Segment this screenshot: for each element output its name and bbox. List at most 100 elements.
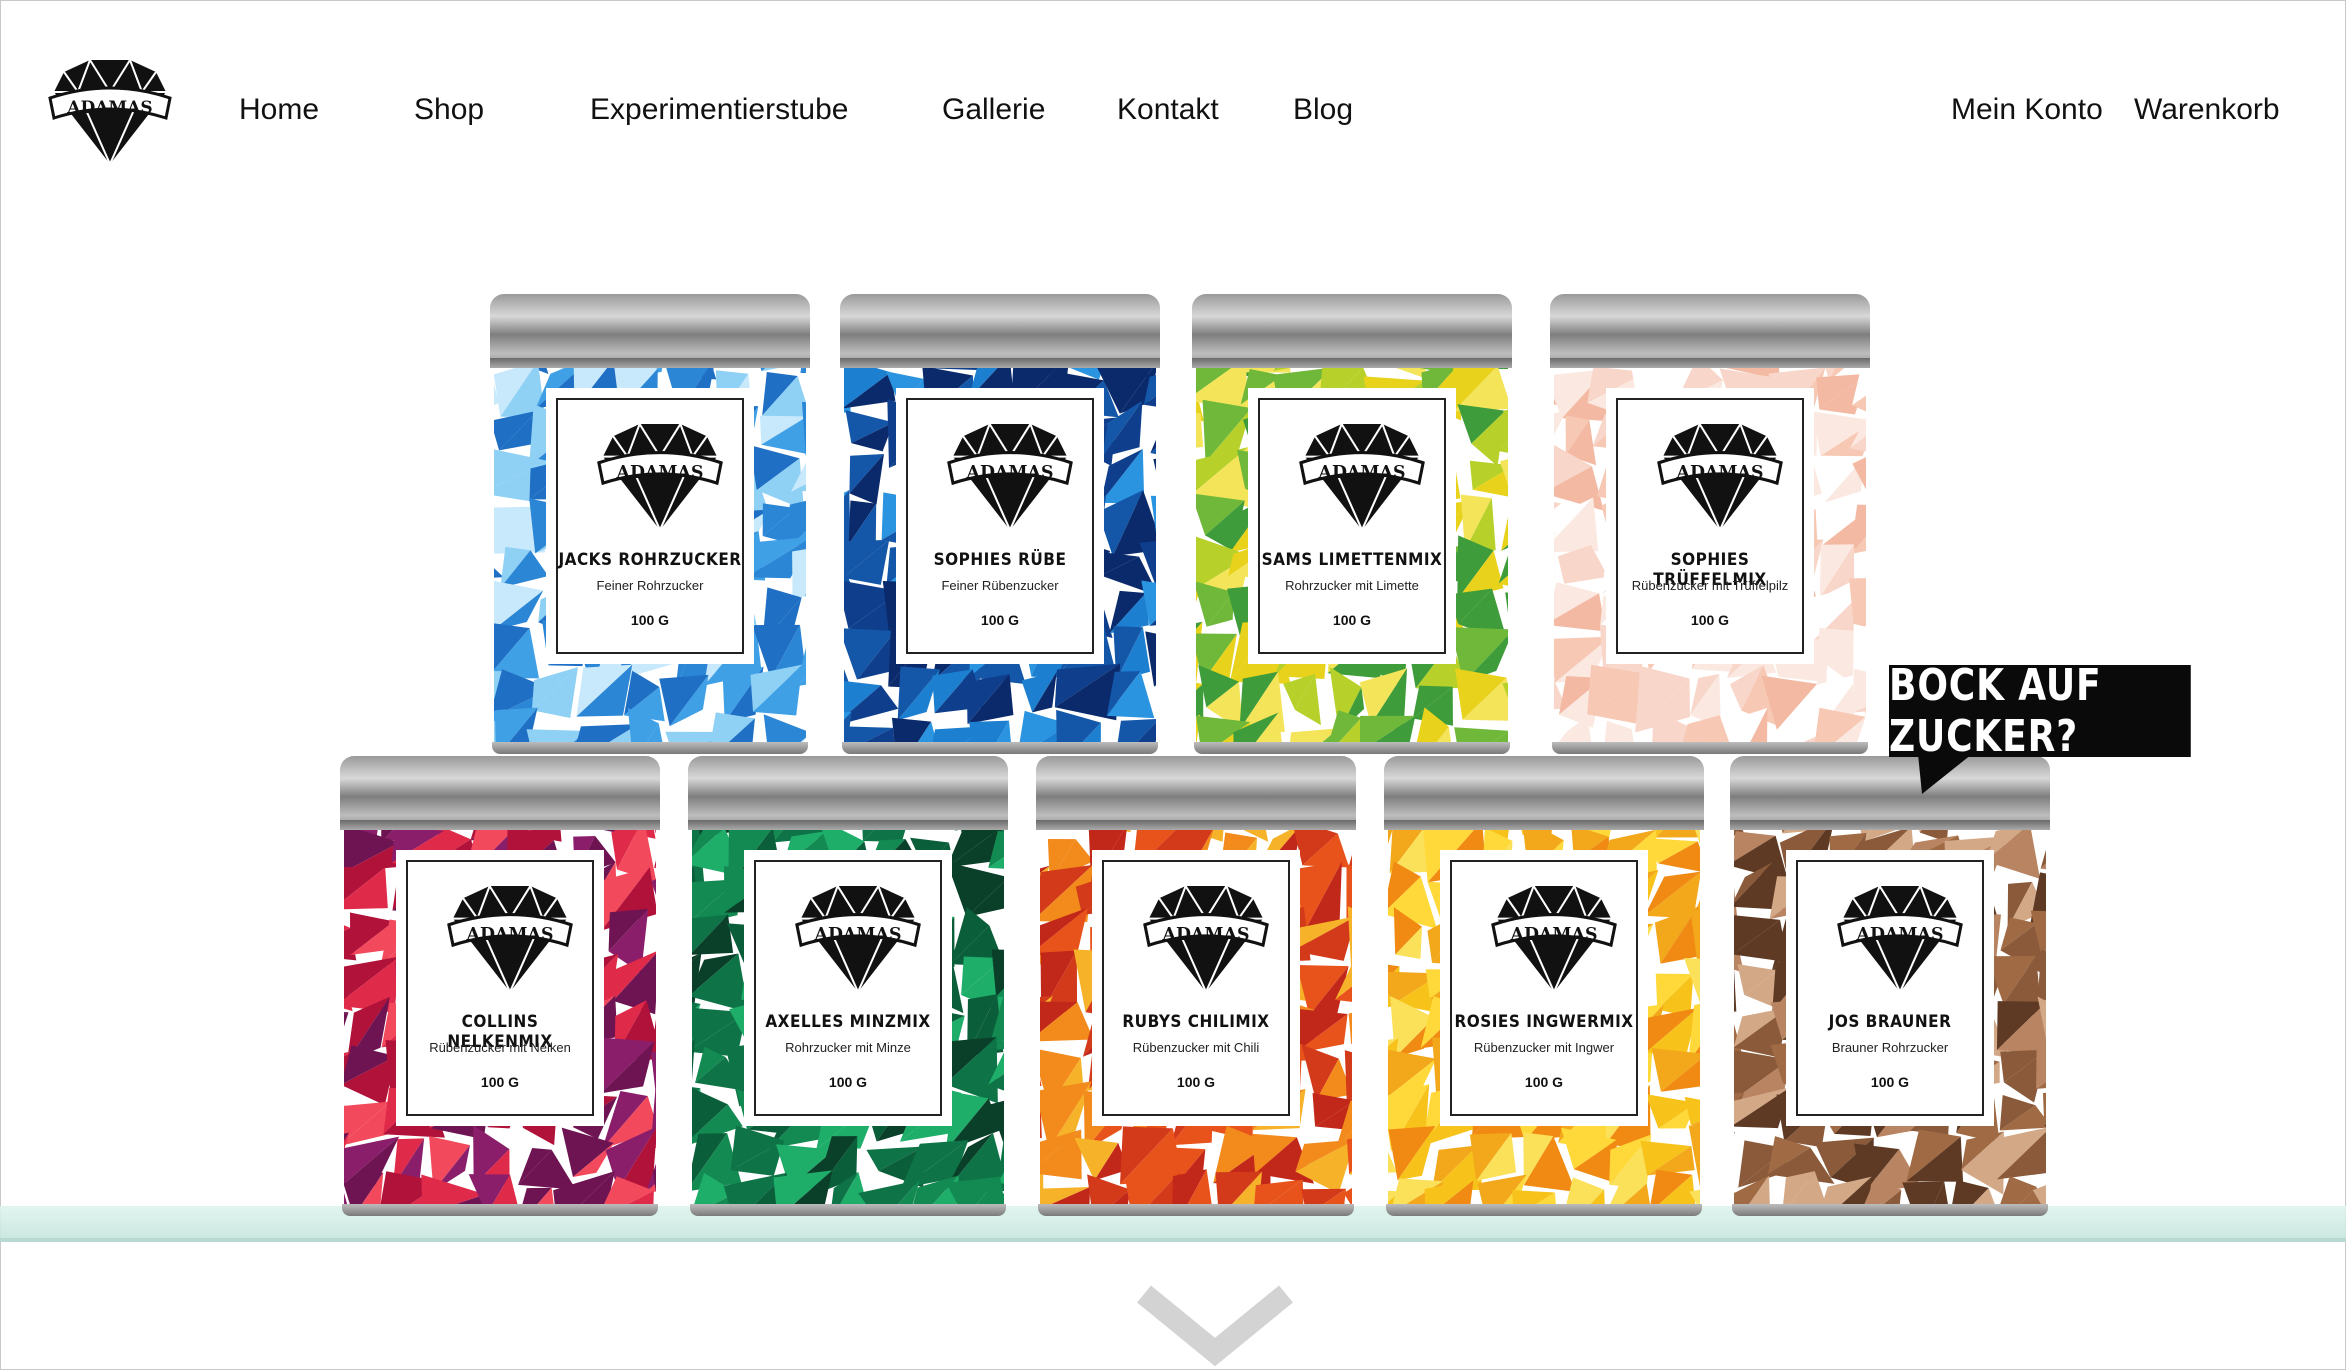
tin-body: ADAMAS JOS BRAUNER Brauner Rohrzucker 100 G — [1734, 830, 2046, 1204]
tin-label: ADAMAS RUBYS CHILIMIX Rübenzucker mit Chil… — [1092, 850, 1300, 1126]
diamond-logo-icon: ADAMAS — [597, 422, 723, 532]
tin-lid — [490, 294, 810, 368]
tin-lid — [1550, 294, 1870, 368]
tin-bottom — [690, 1204, 1006, 1216]
tin-lid — [1036, 756, 1356, 830]
product-tin[interactable]: ADAMAS ROSIES INGWERMIX Rübenzucker mit In… — [1384, 756, 1704, 1216]
tin-product-name: AXELLES MINZMIX — [765, 1012, 931, 1032]
product-tin[interactable]: ADAMAS JOS BRAUNER Brauner Rohrzucker 100 G — [1730, 756, 2050, 1216]
tin-product-weight: 100 G — [1524, 1074, 1564, 1090]
diamond-logo-icon: ADAMAS — [447, 884, 573, 994]
logo-wordmark: ADAMAS — [1510, 925, 1598, 945]
tin-label-frame: ADAMAS ROSIES INGWERMIX Rübenzucker mit In… — [1450, 860, 1638, 1116]
logo-wordmark: ADAMAS — [1676, 463, 1764, 483]
product-tin[interactable]: ADAMAS SOPHIES RÜBE Feiner Rübenzucker 100 … — [840, 294, 1160, 754]
tin-body: ADAMAS SAMS LIMETTENMIX Rohrzucker mit Lim… — [1196, 368, 1508, 742]
logo-wordmark: ADAMAS — [466, 925, 554, 945]
tin-body: ADAMAS AXELLES MINZMIX Rohrzucker mit Minz… — [692, 830, 1004, 1204]
tin-lid — [1730, 756, 2050, 830]
tin-body: ADAMAS RUBYS CHILIMIX Rübenzucker mit Chil… — [1040, 830, 1352, 1204]
tin-label-frame: ADAMAS COLLINS NELKENMIX Rübenzucker mit N… — [406, 860, 594, 1116]
product-tin[interactable]: ADAMAS AXELLES MINZMIX Rohrzucker mit Minz… — [688, 756, 1008, 1216]
tin-product-weight: 100 G — [1870, 1074, 1910, 1090]
logo-wordmark: ADAMAS — [814, 925, 902, 945]
tin-product-name: SAMS LIMETTENMIX — [1261, 550, 1443, 570]
speech-bubble: BOCK AUF ZUCKER? — [1889, 660, 2191, 762]
tin-product-name: JACKS ROHRZUCKER — [558, 550, 742, 570]
tin-label-frame: ADAMAS JACKS ROHRZUCKER Feiner Rohrzucker 1… — [556, 398, 744, 654]
logo-wordmark: ADAMAS — [1318, 463, 1406, 483]
tin-product-weight: 100 G — [980, 612, 1020, 628]
tin-product-description: Rübenzucker mit Chili — [1132, 1040, 1260, 1055]
tin-product-name: RUBYS CHILIMIX — [1122, 1012, 1270, 1032]
tin-label: ADAMAS SAMS LIMETTENMIX Rohrzucker mit Lim… — [1248, 388, 1456, 664]
product-tin[interactable]: ADAMAS COLLINS NELKENMIX Rübenzucker mit N… — [340, 756, 660, 1216]
tin-label-frame: ADAMAS AXELLES MINZMIX Rohrzucker mit Minz… — [754, 860, 942, 1116]
tin-product-description: Rübenzucker mit Nelken — [429, 1040, 571, 1055]
tin-bottom — [492, 742, 808, 754]
tin-bottom — [1732, 1204, 2048, 1216]
tin-label: ADAMAS JACKS ROHRZUCKER Feiner Rohrzucker 1… — [546, 388, 754, 664]
tin-label: ADAMAS SOPHIES RÜBE Feiner Rübenzucker 100 … — [896, 388, 1104, 664]
tin-label: ADAMAS AXELLES MINZMIX Rohrzucker mit Minz… — [744, 850, 952, 1126]
tin-product-name: ROSIES INGWERMIX — [1454, 1012, 1634, 1032]
tin-product-description: Rübenzucker mit Trüffelpilz — [1631, 578, 1789, 593]
diamond-logo-icon: ADAMAS — [795, 884, 921, 994]
tin-product-description: Brauner Rohrzucker — [1831, 1040, 1949, 1055]
diamond-logo-icon: ADAMAS — [1299, 422, 1425, 532]
tin-product-weight: 100 G — [828, 1074, 868, 1090]
tin-body: ADAMAS COLLINS NELKENMIX Rübenzucker mit N… — [344, 830, 656, 1204]
tin-lid — [1192, 294, 1512, 368]
diamond-logo-icon: ADAMAS — [1837, 884, 1963, 994]
tin-label: ADAMAS SOPHIES TRÜFFELMIX Rübenzucker mit … — [1606, 388, 1814, 664]
tin-lid — [1384, 756, 1704, 830]
tin-label: ADAMAS ROSIES INGWERMIX Rübenzucker mit In… — [1440, 850, 1648, 1126]
product-tin[interactable]: ADAMAS SOPHIES TRÜFFELMIX Rübenzucker mit … — [1550, 294, 1870, 754]
diamond-logo-icon: ADAMAS — [1657, 422, 1783, 532]
tin-product-name: SOPHIES RÜBE — [933, 550, 1067, 570]
tin-lid — [840, 294, 1160, 368]
glass-shelf-edge — [0, 1238, 2346, 1242]
tin-product-description: Feiner Rübenzucker — [941, 578, 1059, 593]
tin-bottom — [1386, 1204, 1702, 1216]
logo-wordmark: ADAMAS — [1856, 925, 1944, 945]
chevron-down-icon[interactable] — [1130, 1280, 1300, 1368]
tin-label: ADAMAS JOS BRAUNER Brauner Rohrzucker 100 G — [1786, 850, 1994, 1126]
tin-body: ADAMAS JACKS ROHRZUCKER Feiner Rohrzucker 1… — [494, 368, 806, 742]
tin-product-description: Rohrzucker mit Minze — [785, 1040, 911, 1055]
tin-body: ADAMAS SOPHIES RÜBE Feiner Rübenzucker 100 … — [844, 368, 1156, 742]
tin-label-frame: ADAMAS JOS BRAUNER Brauner Rohrzucker 100 G — [1796, 860, 1984, 1116]
tin-product-name: JOS BRAUNER — [1828, 1012, 1952, 1032]
diamond-logo-icon: ADAMAS — [1143, 884, 1269, 994]
logo-wordmark: ADAMAS — [966, 463, 1054, 483]
tin-body: ADAMAS ROSIES INGWERMIX Rübenzucker mit In… — [1388, 830, 1700, 1204]
product-tin[interactable]: ADAMAS SAMS LIMETTENMIX Rohrzucker mit Lim… — [1192, 294, 1512, 754]
logo-wordmark: ADAMAS — [616, 463, 704, 483]
tin-product-weight: 100 G — [1690, 612, 1730, 628]
tin-product-weight: 100 G — [630, 612, 670, 628]
tin-label-frame: ADAMAS SAMS LIMETTENMIX Rohrzucker mit Lim… — [1258, 398, 1446, 654]
tin-product-description: Rohrzucker mit Limette — [1285, 578, 1419, 593]
tin-bottom — [1194, 742, 1510, 754]
diamond-logo-icon: ADAMAS — [947, 422, 1073, 532]
logo-wordmark: ADAMAS — [1162, 925, 1250, 945]
tin-bottom — [1552, 742, 1868, 754]
tin-bottom — [1038, 1204, 1354, 1216]
tin-product-description: Rübenzucker mit Ingwer — [1473, 1040, 1615, 1055]
tin-body: ADAMAS SOPHIES TRÜFFELMIX Rübenzucker mit … — [1554, 368, 1866, 742]
tin-product-weight: 100 G — [1176, 1074, 1216, 1090]
tin-bottom — [342, 1204, 658, 1216]
product-tin[interactable]: ADAMAS RUBYS CHILIMIX Rübenzucker mit Chil… — [1036, 756, 1356, 1216]
diamond-logo-icon: ADAMAS — [1491, 884, 1617, 994]
tin-product-description: Feiner Rohrzucker — [596, 578, 704, 593]
tin-label-frame: ADAMAS SOPHIES TRÜFFELMIX Rübenzucker mit … — [1616, 398, 1804, 654]
tin-bottom — [842, 742, 1158, 754]
product-tin[interactable]: ADAMAS JACKS ROHRZUCKER Feiner Rohrzucker 1… — [490, 294, 810, 754]
tin-product-weight: 100 G — [1332, 612, 1372, 628]
tin-label-frame: ADAMAS RUBYS CHILIMIX Rübenzucker mit Chil… — [1102, 860, 1290, 1116]
tin-product-weight: 100 G — [480, 1074, 520, 1090]
hero-stage: ADAMAS JACKS ROHRZUCKER Feiner Rohrzucker 1… — [0, 0, 2346, 1370]
tin-label-frame: ADAMAS SOPHIES RÜBE Feiner Rübenzucker 100 … — [906, 398, 1094, 654]
tin-lid — [688, 756, 1008, 830]
tin-label: ADAMAS COLLINS NELKENMIX Rübenzucker mit N… — [396, 850, 604, 1126]
